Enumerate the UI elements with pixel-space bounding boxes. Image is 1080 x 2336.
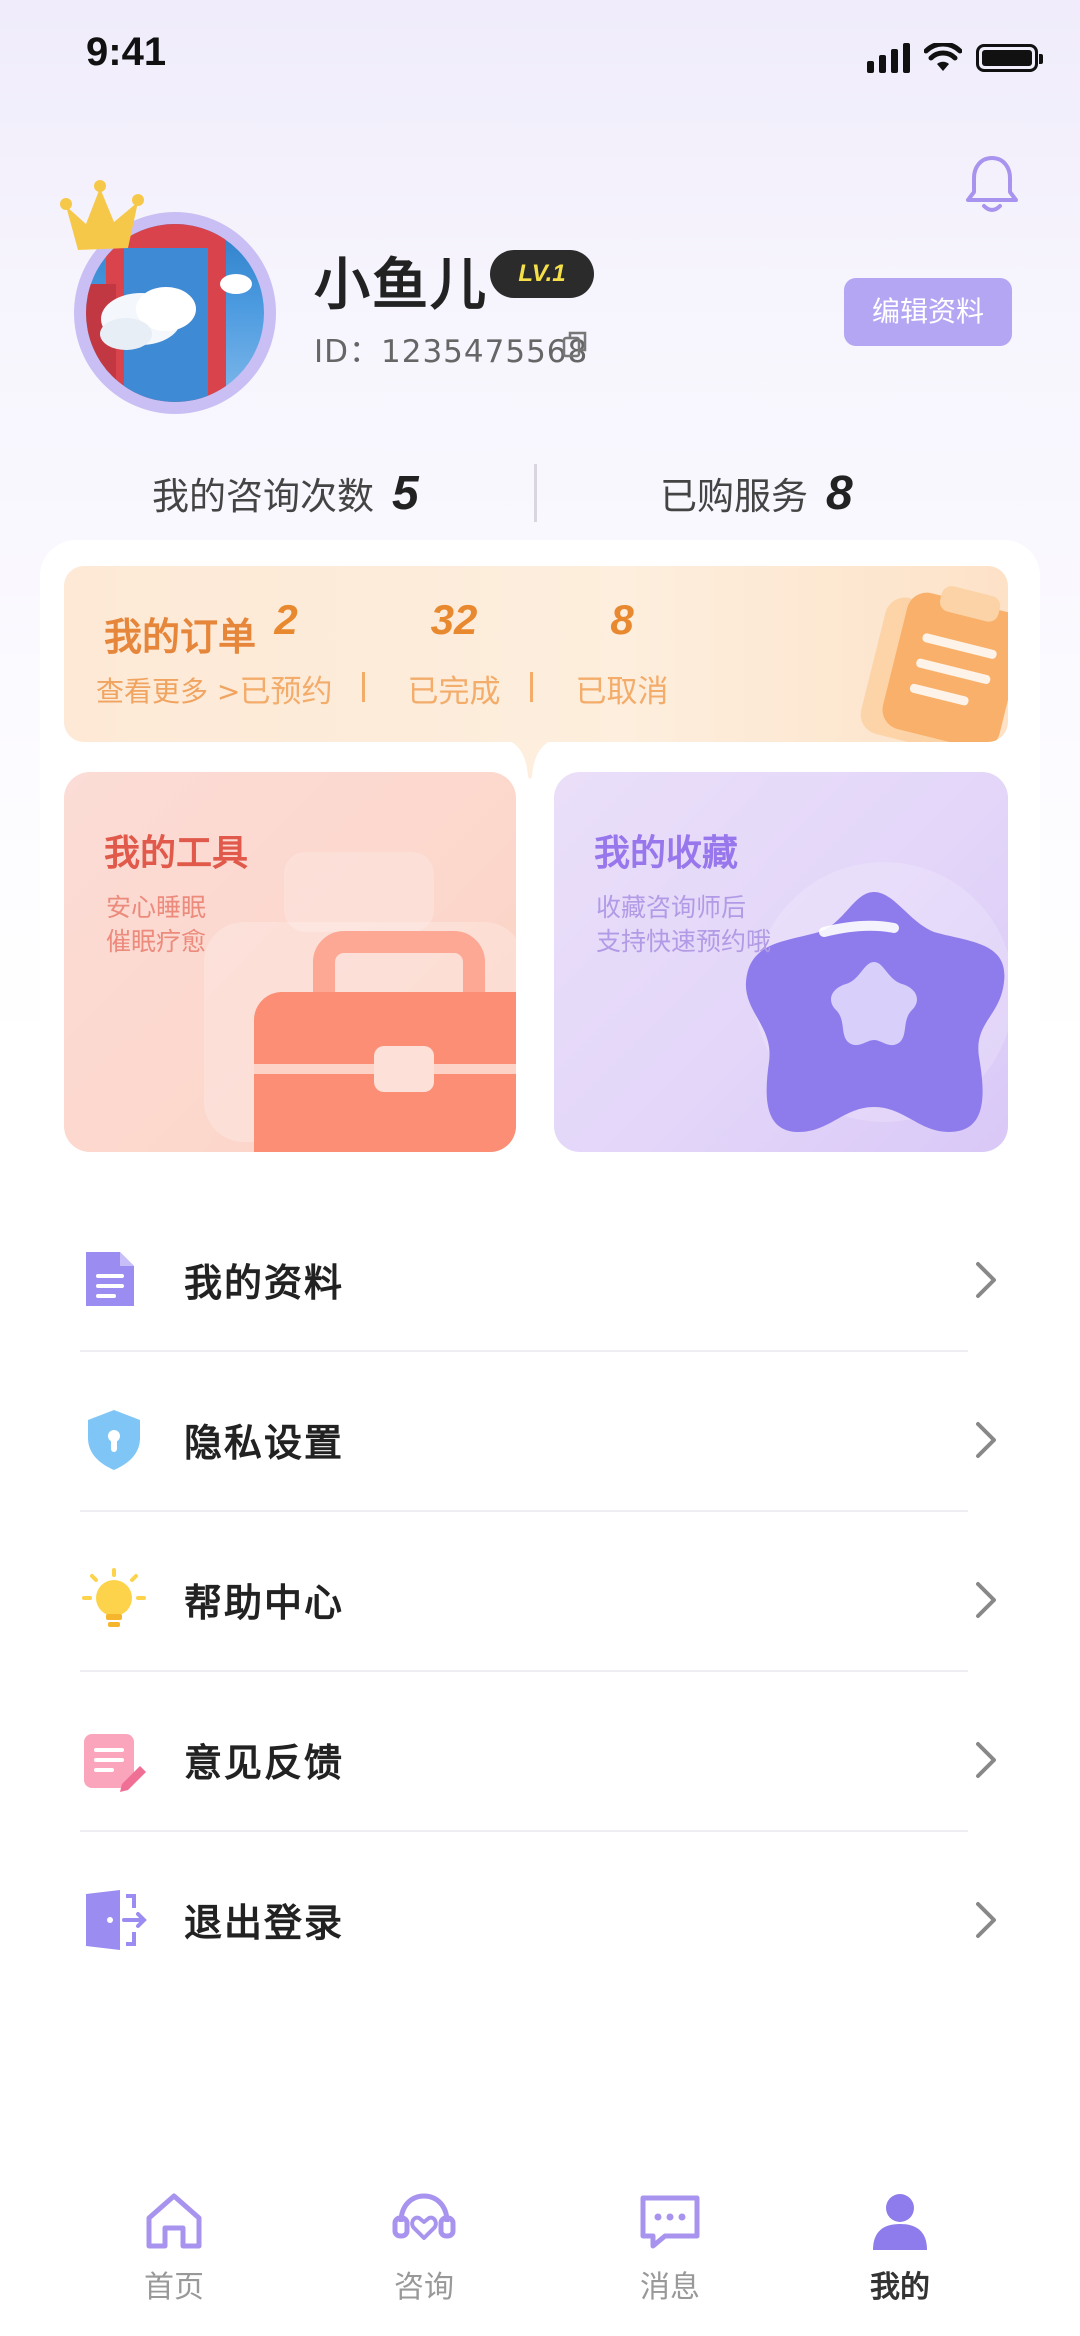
tab-label: 我的 [870,2270,930,2305]
chevron-right-icon [976,1902,996,1938]
menu-item-privacy[interactable]: 隐私设置 [80,1360,1000,1520]
orders-card[interactable]: 我的订单 查看更多 > 2 已预约 32 已完成 8 已取消 [64,566,1008,742]
orders-more-link[interactable]: 查看更多 > [96,670,240,710]
tab-home[interactable]: 首页 [104,2186,244,2316]
menu-divider [80,1830,968,1832]
chevron-right-icon [976,1422,996,1458]
menu-divider [80,1510,968,1512]
stat-value: 5 [392,466,419,520]
chevron-right-icon [976,1262,996,1298]
signal-icon [867,43,910,73]
orders-separator [530,672,533,702]
logout-icon [86,1890,147,1950]
menu-item-help-center[interactable]: 帮助中心 [80,1520,1000,1680]
shield-icon [88,1410,140,1470]
message-icon [640,2195,700,2249]
menu-item-my-profile[interactable]: 我的资料 [80,1200,1000,1360]
stat-divider [534,464,537,522]
battery-icon [976,44,1043,72]
menu-item-label: 隐私设置 [184,1421,345,1465]
order-status-completed[interactable]: 已完成 [394,666,514,711]
my-tools-card[interactable]: 我的工具 安心睡眠 催眠疗愈 [64,772,516,1152]
tab-consult[interactable]: 咨询 [354,2186,494,2316]
order-count-booked: 2 [274,596,298,643]
level-badge: LV.1 [490,250,594,298]
menu-item-label: 帮助中心 [184,1581,345,1625]
order-status-booked[interactable]: 已预约 [226,666,346,711]
stat-label: 已购服务 [660,475,808,518]
tab-messages[interactable]: 消息 [600,2186,740,2316]
menu-divider [80,1670,968,1672]
home-icon [146,2193,202,2249]
toolbox-icon [204,852,516,1152]
menu-item-feedback[interactable]: 意见反馈 [80,1680,1000,1840]
stat-label: 我的咨询次数 [152,475,374,518]
stat-value: 8 [826,466,853,520]
order-status-cancelled[interactable]: 已取消 [562,666,682,711]
document-icon [86,1252,134,1306]
profile-page: 9:41 小鱼儿 LV.1 ID：1235475568 编辑资料 我的咨询次数 … [0,0,1080,2336]
crown-icon [60,180,144,250]
wifi-icon [924,43,962,71]
tab-bar: 首页 咨询 消息 我的 [0,2150,1080,2336]
feedback-icon [84,1734,146,1792]
tab-mine[interactable]: 我的 [830,2186,970,2316]
chevron-right-icon [976,1582,996,1618]
status-icons [867,38,1043,78]
orders-pointer [508,740,552,779]
tools-subtitle-line1: 安心睡眠 [106,893,207,922]
tools-title: 我的工具 [104,833,249,874]
tab-label: 咨询 [394,2270,454,2305]
edit-profile-button[interactable]: 编辑资料 [844,278,1012,346]
copy-icon[interactable] [562,330,588,358]
nickname: 小鱼儿 [314,253,488,318]
consult-icon [392,2193,456,2240]
consult-count-stat[interactable]: 我的咨询次数 5 [152,460,419,526]
order-count-cancelled: 8 [610,596,634,643]
menu-item-label: 退出登录 [184,1901,345,1945]
clipboard-icon [860,586,1008,742]
favorites-subtitle-line2: 支持快速预约哦 [596,927,772,956]
status-time: 9:41 [86,30,167,74]
purchased-services-stat[interactable]: 已购服务 8 [660,460,853,526]
menu-item-logout[interactable]: 退出登录 [80,1840,1000,2000]
menu-item-label: 我的资料 [184,1261,345,1305]
menu-item-label: 意见反馈 [184,1741,345,1785]
user-id: ID：1235475568 [314,334,589,370]
tab-label: 消息 [640,2270,700,2305]
bell-icon[interactable] [960,150,1024,220]
favorites-subtitle-line1: 收藏咨询师后 [596,893,747,922]
chevron-right-icon [976,1742,996,1778]
orders-separator [362,672,365,702]
tools-subtitle-line2: 催眠疗愈 [106,927,207,956]
lightbulb-icon [82,1568,146,1627]
user-icon [873,2194,927,2250]
tab-label: 首页 [144,2270,204,2305]
order-count-completed: 32 [430,596,478,643]
favorites-title: 我的收藏 [594,833,739,874]
menu-divider [80,1350,968,1352]
my-favorites-card[interactable]: 我的收藏 收藏咨询师后 支持快速预约哦 [554,772,1008,1152]
star-icon [745,862,1008,1132]
